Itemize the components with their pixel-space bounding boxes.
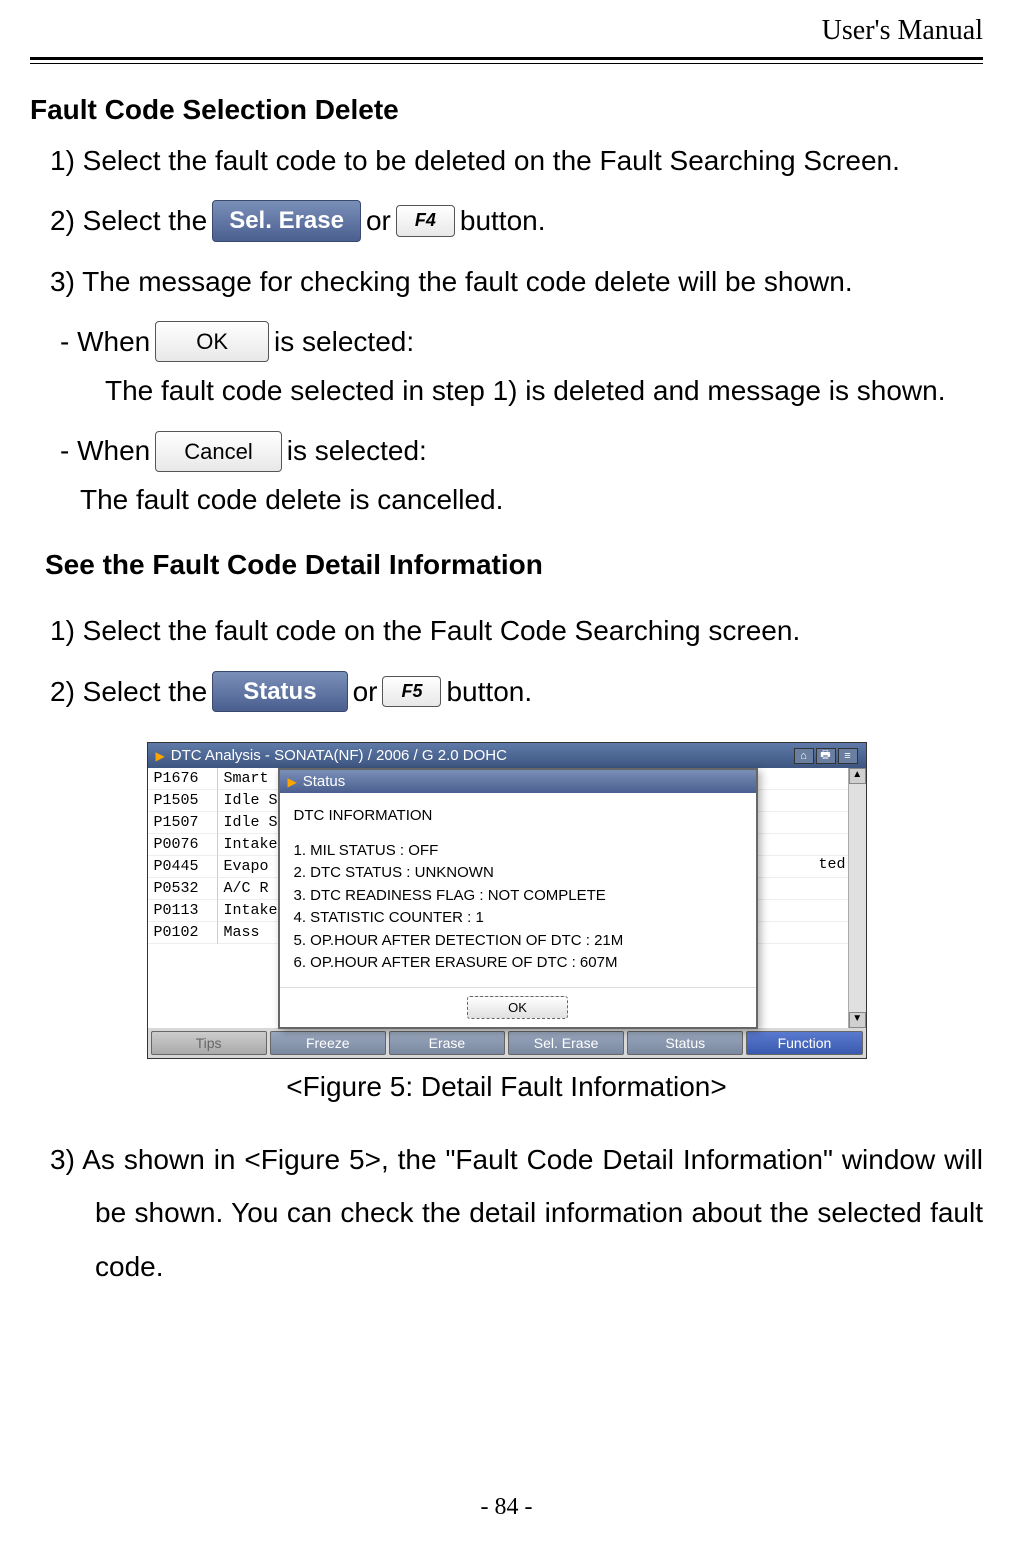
when-cancel-b: is selected:	[287, 430, 427, 472]
section-title-detail: See the Fault Code Detail Information	[45, 549, 983, 581]
popup-ok-button[interactable]: OK	[467, 996, 568, 1019]
scroll-track[interactable]	[849, 784, 866, 1012]
popup-titlebar: ▶ Status	[280, 770, 756, 793]
toolbar-erase-button[interactable]: Erase	[389, 1031, 505, 1055]
dtc-body: P1676SmartP1505Idle SP1507Idle SP0076Int…	[148, 768, 866, 1028]
dtc-analysis-window: ▶ DTC Analysis - SONATA(NF) / 2006 / G 2…	[147, 742, 867, 1059]
f5-button[interactable]: F5	[382, 676, 441, 707]
status-popup: ▶ Status DTC INFORMATION 1. MIL STATUS :…	[278, 768, 758, 1029]
step-1-2: 2) Select the Sel. Erase or F4 button.	[30, 200, 983, 242]
f4-button[interactable]: F4	[396, 205, 455, 236]
info-line: 6. OP.HOUR AFTER ERASURE OF DTC : 607M	[294, 952, 742, 975]
info-line: 5. OP.HOUR AFTER DETECTION OF DTC : 21M	[294, 930, 742, 953]
toolbar-freeze-button[interactable]: Freeze	[270, 1031, 386, 1055]
step-2-1: 1) Select the fault code on the Fault Co…	[30, 611, 983, 650]
text-fragment: ted	[818, 856, 845, 873]
ok-button[interactable]: OK	[155, 321, 269, 362]
dtc-code-cell: P0113	[148, 900, 218, 922]
triangle-icon: ▶	[156, 749, 165, 763]
when-ok-result: The fault code selected in step 1) is de…	[30, 371, 983, 410]
step-2-2: 2) Select the Status or F5 button.	[30, 671, 983, 713]
section-title-delete: Fault Code Selection Delete	[30, 94, 983, 126]
sel-erase-button[interactable]: Sel. Erase	[212, 200, 361, 242]
scrollbar[interactable]: ▲ ▼	[848, 768, 866, 1028]
triangle-icon: ▶	[288, 775, 297, 789]
popup-title: Status	[303, 773, 346, 790]
menu-icon[interactable]: ≡	[838, 748, 858, 764]
step-1-2-text-c: button.	[460, 201, 546, 240]
scroll-up-icon[interactable]: ▲	[849, 768, 866, 784]
popup-heading: DTC INFORMATION	[294, 805, 742, 828]
dtc-code-cell: P0532	[148, 878, 218, 900]
window-titlebar: ▶ DTC Analysis - SONATA(NF) / 2006 / G 2…	[148, 743, 866, 768]
dtc-code-cell: P1676	[148, 768, 218, 790]
when-cancel: - When Cancel is selected:	[30, 430, 983, 472]
step-1-2-text-b: or	[366, 201, 391, 240]
popup-content: DTC INFORMATION 1. MIL STATUS : OFF2. DT…	[280, 793, 756, 987]
step-1-1: 1) Select the fault code to be deleted o…	[30, 141, 983, 180]
when-ok: - When OK is selected:	[30, 321, 983, 363]
dtc-code-cell: P1507	[148, 812, 218, 834]
step-2-2-text-c: button.	[446, 672, 532, 711]
status-button[interactable]: Status	[212, 671, 347, 713]
step-1-3: 3) The message for checking the fault co…	[30, 262, 983, 301]
window-title: DTC Analysis - SONATA(NF) / 2006 / G 2.0…	[171, 747, 507, 764]
figure-5: ▶ DTC Analysis - SONATA(NF) / 2006 / G 2…	[147, 742, 867, 1059]
scroll-down-icon[interactable]: ▼	[849, 1012, 866, 1028]
step-1-2-text-a: 2) Select the	[50, 201, 207, 240]
when-ok-a: - When	[60, 321, 150, 363]
figure-caption: <Figure 5: Detail Fault Information>	[30, 1071, 983, 1103]
step-2-2-text-b: or	[353, 672, 378, 711]
page-number: - 84 -	[0, 1494, 1013, 1521]
when-cancel-result: The fault code delete is cancelled.	[30, 480, 983, 519]
cancel-button[interactable]: Cancel	[155, 431, 281, 472]
step-2-3: 3) As shown in <Figure 5>, the "Fault Co…	[30, 1133, 983, 1293]
dtc-code-cell: P0102	[148, 922, 218, 944]
info-line: 4. STATISTIC COUNTER : 1	[294, 907, 742, 930]
page-header: User's Manual	[30, 0, 983, 57]
dtc-code-cell: P0445	[148, 856, 218, 878]
info-line: 1. MIL STATUS : OFF	[294, 840, 742, 863]
toolbar-function-button[interactable]: Function	[746, 1031, 862, 1055]
info-line: 3. DTC READINESS FLAG : NOT COMPLETE	[294, 885, 742, 908]
toolbar-sel--erase-button[interactable]: Sel. Erase	[508, 1031, 624, 1055]
print-icon[interactable]: 🖶	[816, 748, 836, 764]
toolbar-tips-button[interactable]: Tips	[151, 1031, 267, 1055]
toolbar-status-button[interactable]: Status	[627, 1031, 743, 1055]
when-ok-b: is selected:	[274, 321, 414, 363]
bottom-button-bar: TipsFreezeEraseSel. EraseStatusFunction	[148, 1028, 866, 1058]
popup-footer: OK	[280, 987, 756, 1027]
step-2-2-text-a: 2) Select the	[50, 672, 207, 711]
titlebar-icons: ⌂ 🖶 ≡	[794, 748, 858, 764]
header-rule	[30, 57, 983, 64]
home-icon[interactable]: ⌂	[794, 748, 814, 764]
when-cancel-a: - When	[60, 430, 150, 472]
dtc-code-cell: P0076	[148, 834, 218, 856]
info-line: 2. DTC STATUS : UNKNOWN	[294, 862, 742, 885]
dtc-code-cell: P1505	[148, 790, 218, 812]
